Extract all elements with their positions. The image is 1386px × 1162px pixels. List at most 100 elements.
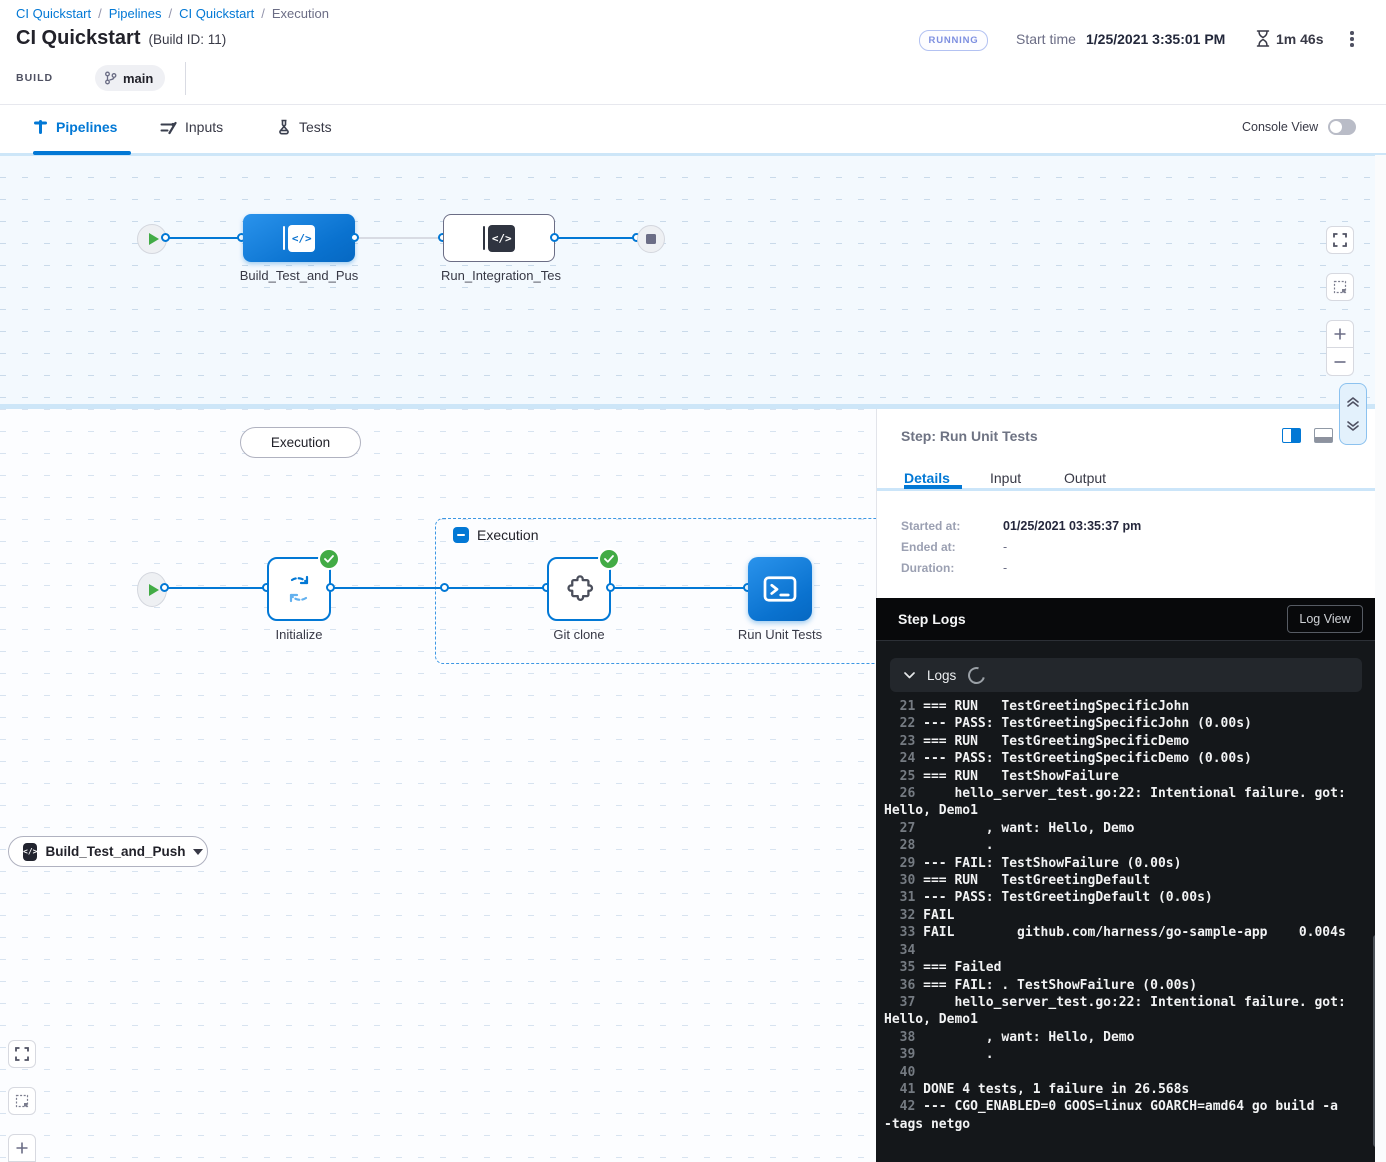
collapse-group-icon[interactable] — [453, 527, 469, 543]
log-line: 34 — [884, 942, 1352, 959]
log-line: 32 FAIL — [884, 907, 1352, 924]
step-logs-header: Step Logs Log View — [876, 598, 1386, 641]
log-line: 40 — [884, 1064, 1352, 1081]
edge — [165, 237, 243, 239]
panel-tab-input[interactable]: Input — [990, 470, 1021, 486]
breadcrumb-link-project[interactable]: CI Quickstart — [16, 6, 91, 21]
log-line: 26 hello_server_test.go:22: Intentional … — [884, 785, 1352, 820]
log-line: 30 === RUN TestGreetingDefault — [884, 872, 1352, 889]
step-label: Initialize — [276, 627, 323, 642]
log-line: 22 --- PASS: TestGreetingSpecificJohn (0… — [884, 715, 1352, 732]
inputs-icon — [160, 120, 177, 135]
log-lines: 21 === RUN TestGreetingSpecificJohn 22 -… — [884, 698, 1352, 1133]
log-line: 35 === Failed — [884, 959, 1352, 976]
puzzle-icon — [563, 573, 595, 605]
tab-tests[interactable]: Tests — [277, 119, 332, 135]
log-line: 28 . — [884, 837, 1352, 854]
page-title: CI Quickstart(Build ID: 11) — [16, 27, 226, 50]
tabbar-band — [0, 153, 1386, 156]
loading-spinner-icon — [965, 663, 988, 686]
connector-dot — [440, 583, 449, 592]
git-branch-icon — [104, 71, 117, 85]
log-line: 27 , want: Hello, Demo — [884, 820, 1352, 837]
main-tabbar: Pipelines Inputs Tests Console View — [0, 104, 1386, 156]
start-time-value: 1/25/2021 3:35:01 PM — [1086, 31, 1225, 47]
connector-dot — [160, 583, 169, 592]
flask-icon — [277, 119, 291, 135]
hourglass-icon — [1256, 30, 1270, 47]
breadcrumb: CI Quickstart/Pipelines/CI Quickstart/Ex… — [16, 6, 329, 21]
step-label: Run Unit Tests — [738, 627, 822, 642]
connector-dot — [161, 233, 170, 242]
stage-selector-dropdown[interactable]: </> Build_Test_and_Push — [8, 836, 208, 867]
breadcrumb-separator: / — [261, 6, 265, 21]
chevron-down-icon — [193, 849, 203, 855]
active-tab-underline — [33, 151, 131, 155]
panel-collapse-expand-button[interactable] — [1339, 383, 1367, 445]
tab-pipelines[interactable]: Pipelines — [33, 119, 117, 135]
stage-node-run-integration-tests[interactable]: </> — [443, 214, 555, 262]
step-logs-panel: Step Logs Log View Logs 21 === RUN TestG… — [876, 598, 1386, 1162]
step-logs-title: Step Logs — [898, 611, 966, 627]
layout-split-right-icon[interactable] — [1282, 428, 1301, 443]
stage-node-build-test-and-push[interactable]: </> — [243, 214, 355, 262]
play-icon — [149, 233, 159, 245]
connector-dot — [326, 583, 335, 592]
console-view-toggle[interactable] — [1328, 119, 1356, 135]
console-view-label: Console View — [1242, 120, 1318, 134]
build-label: BUILD — [16, 72, 53, 84]
branch-name: main — [123, 71, 153, 86]
execution-view-chip[interactable]: Execution — [240, 427, 361, 458]
log-line: 37 hello_server_test.go:22: Intentional … — [884, 994, 1352, 1029]
step-details-panel: Step: Run Unit Tests Details Input Outpu… — [876, 409, 1386, 598]
tab-inputs[interactable]: Inputs — [160, 119, 223, 135]
sync-icon — [282, 572, 316, 606]
breadcrumb-current: Execution — [272, 6, 329, 21]
step-panel-title: Step: Run Unit Tests — [901, 428, 1038, 444]
layout-dock-bottom-icon[interactable] — [1314, 428, 1333, 443]
stage-canvas: </> Build_Test_and_Push Execution Execut… — [0, 409, 876, 1162]
pipeline-icon — [33, 119, 48, 135]
stage-label: Build_Test_and_Pus — [240, 268, 359, 283]
pipeline-canvas: </> Build_Test_and_Pus </> Run_Integrati… — [0, 155, 1386, 404]
log-line: 31 --- PASS: TestGreetingDefault (0.00s) — [884, 889, 1352, 906]
edge — [611, 587, 748, 589]
success-check-icon — [598, 548, 620, 570]
fullscreen-button[interactable] — [1326, 226, 1354, 254]
zoom-out-button[interactable] — [1326, 348, 1354, 376]
fullscreen-button[interactable] — [8, 1040, 36, 1068]
start-time-label: Start time — [1016, 31, 1076, 47]
branch-chip: main — [95, 65, 165, 91]
panel-tab-output[interactable]: Output — [1064, 470, 1106, 486]
more-options-button[interactable] — [1344, 29, 1360, 49]
terminal-icon — [762, 573, 798, 605]
zoom-in-button[interactable] — [8, 1134, 36, 1162]
edge — [555, 237, 637, 239]
step-node-run-unit-tests[interactable] — [748, 557, 812, 621]
fit-selection-button[interactable] — [8, 1087, 36, 1115]
logs-accordion-header[interactable]: Logs — [890, 658, 1362, 692]
breadcrumb-link-pipeline[interactable]: CI Quickstart — [179, 6, 254, 21]
step-label: Git clone — [553, 627, 604, 642]
code-stage-icon: </> — [483, 225, 516, 252]
breadcrumb-link-pipelines[interactable]: Pipelines — [109, 6, 162, 21]
log-line: 24 --- PASS: TestGreetingSpecificDemo (0… — [884, 750, 1352, 767]
fit-selection-button[interactable] — [1326, 273, 1354, 301]
connector-dot — [550, 233, 559, 242]
code-stage-icon: </> — [283, 225, 316, 252]
log-line: 42 --- CGO_ENABLED=0 GOOS=linux GOARCH=a… — [884, 1098, 1352, 1133]
edge — [165, 587, 267, 589]
log-view-button[interactable]: Log View — [1287, 605, 1363, 633]
stop-icon — [646, 234, 656, 244]
page-scrollbar-gutter — [1375, 155, 1386, 1162]
breadcrumb-separator: / — [98, 6, 102, 21]
stage-label: Run_Integration_Tes — [441, 268, 561, 283]
log-line: 41 DONE 4 tests, 1 failure in 26.568s — [884, 1081, 1352, 1098]
connector-dot — [350, 233, 359, 242]
zoom-in-button[interactable] — [1326, 320, 1354, 348]
field-started-at: Started at: 01/25/2021 03:35:37 pm — [901, 519, 1141, 533]
code-stage-icon: </> — [23, 843, 37, 861]
logs-accordion-label: Logs — [927, 668, 956, 683]
log-line: 39 . — [884, 1046, 1352, 1063]
panel-tab-details[interactable]: Details — [904, 470, 950, 486]
